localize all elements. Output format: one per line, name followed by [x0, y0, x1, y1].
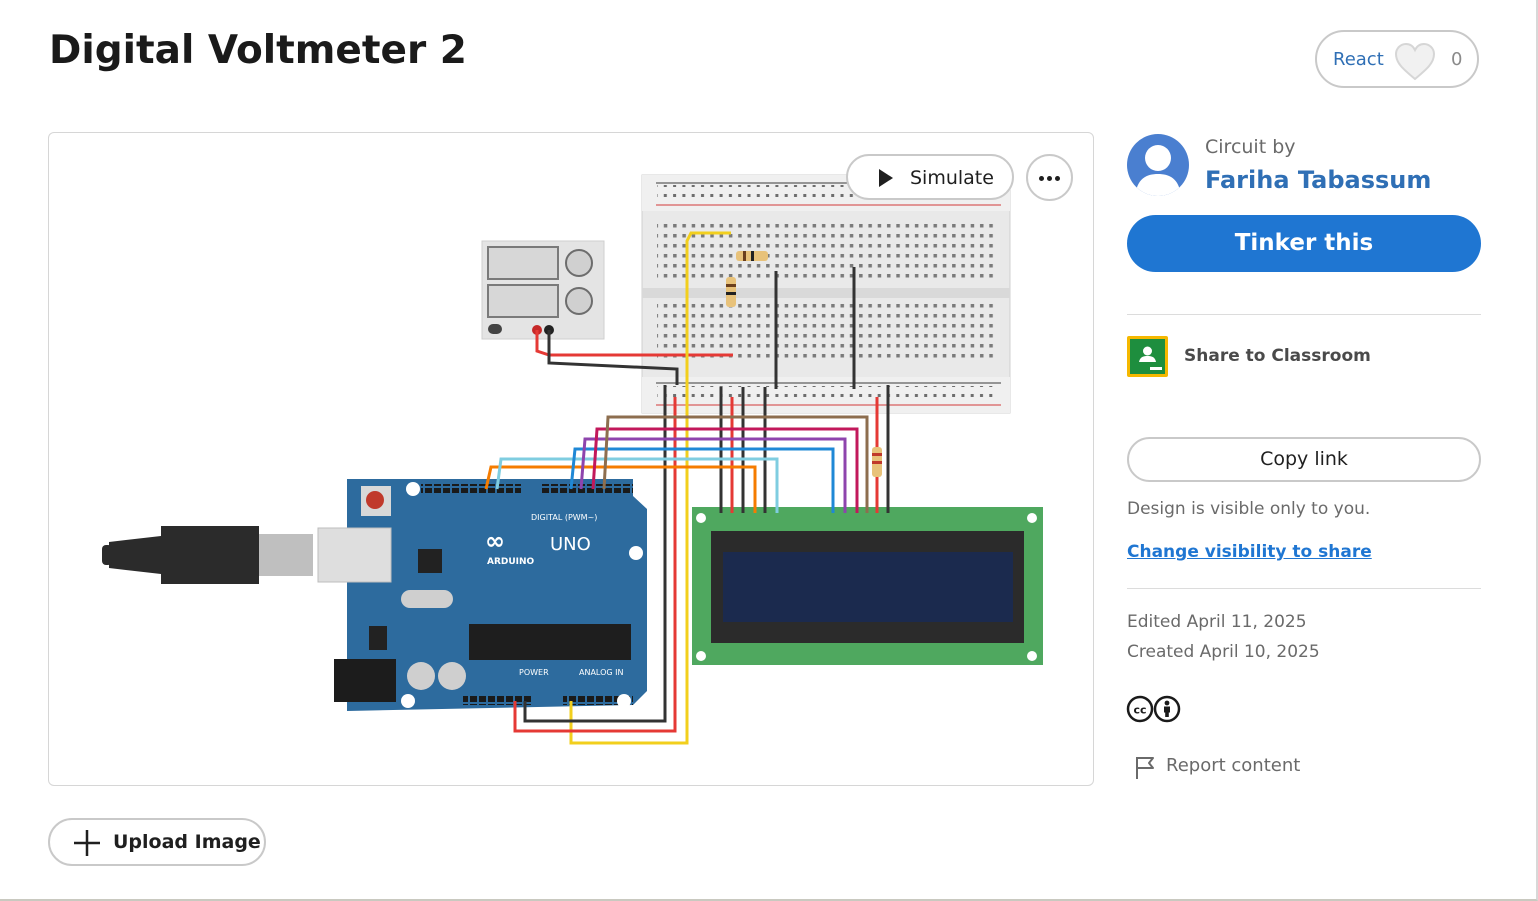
heart-icon	[1394, 42, 1436, 81]
breadboard	[641, 174, 1011, 414]
arduino-model-text: UNO	[550, 534, 591, 555]
divider	[1127, 588, 1481, 589]
more-dot-icon	[1055, 176, 1060, 181]
circuit-by-label: Circuit by	[1205, 136, 1296, 158]
report-content-label: Report content	[1166, 755, 1301, 776]
tinker-this-button[interactable]: Tinker this	[1127, 215, 1481, 272]
usb-cable	[102, 526, 392, 584]
copy-link-button[interactable]: Copy link	[1127, 437, 1481, 482]
play-icon	[879, 169, 893, 187]
simulate-label: Simulate	[910, 167, 994, 189]
more-dot-icon	[1047, 176, 1052, 181]
user-icon	[1135, 145, 1181, 196]
circuit-canvas[interactable]: ∞ ARDUINO UNO DIGITAL (PWM~) POWER ANALO…	[48, 132, 1094, 786]
edited-date: Edited April 11, 2025	[1127, 612, 1307, 632]
arduino-power-text: POWER	[519, 668, 549, 677]
visibility-status: Design is visible only to you.	[1127, 499, 1371, 519]
share-to-classroom-label: Share to Classroom	[1184, 346, 1371, 366]
arduino-uno-board: ∞ ARDUINO UNO DIGITAL (PWM~) POWER ANALO…	[334, 479, 647, 711]
upload-image-label: Upload Image	[113, 831, 261, 853]
divider	[1127, 314, 1481, 315]
creative-commons-license-icon[interactable]: cc	[1126, 695, 1182, 723]
arduino-brand-text: ARDUINO	[487, 557, 535, 567]
plus-icon	[74, 830, 100, 856]
more-dot-icon	[1039, 176, 1044, 181]
page-title: Digital Voltmeter 2	[49, 28, 467, 73]
more-options-button[interactable]	[1026, 154, 1073, 201]
arduino-digital-text: DIGITAL (PWM~)	[531, 513, 597, 522]
created-date: Created April 10, 2025	[1127, 642, 1320, 662]
share-to-classroom-button[interactable]: Share to Classroom	[1127, 336, 1481, 378]
flag-icon	[1136, 757, 1154, 779]
circuit-diagram: ∞ ARDUINO UNO DIGITAL (PWM~) POWER ANALO…	[102, 174, 1043, 745]
svg-text:∞: ∞	[485, 527, 505, 555]
upload-image-button[interactable]: Upload Image	[48, 818, 266, 866]
author-name-link[interactable]: Fariha Tabassum	[1205, 166, 1431, 194]
lcd-display	[692, 507, 1043, 665]
react-label: React	[1333, 49, 1384, 70]
google-classroom-icon	[1127, 336, 1168, 377]
simulate-button[interactable]: Simulate	[846, 154, 1014, 200]
change-visibility-link[interactable]: Change visibility to share	[1127, 542, 1372, 562]
react-button[interactable]: React 0	[1315, 30, 1479, 88]
arduino-analog-text: ANALOG IN	[579, 668, 624, 677]
svg-text:cc: cc	[1133, 704, 1146, 717]
power-supply	[481, 240, 605, 340]
react-count: 0	[1451, 49, 1463, 70]
author-avatar[interactable]	[1127, 134, 1189, 196]
